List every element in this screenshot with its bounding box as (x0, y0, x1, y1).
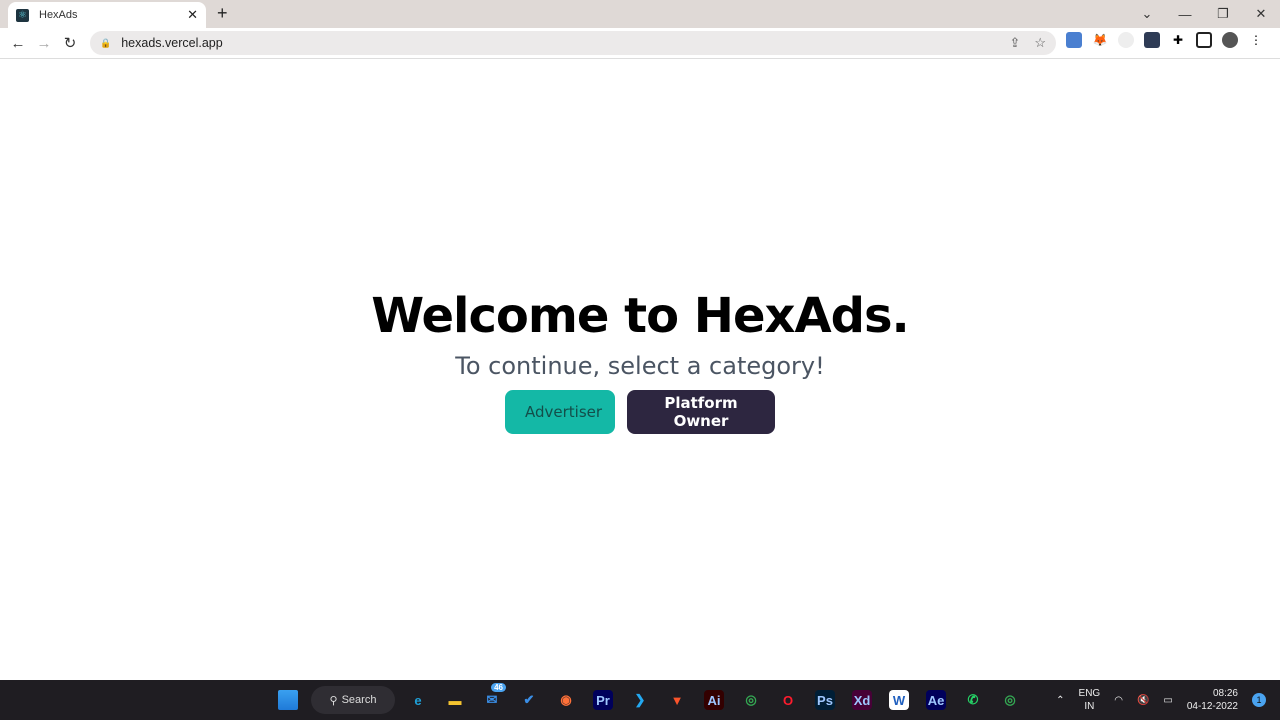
taskbar-app-premiere[interactable]: Pr (589, 686, 617, 714)
back-icon[interactable]: ← (5, 35, 31, 52)
extension-book-icon[interactable] (1144, 32, 1160, 48)
metamask-icon[interactable]: 🦊 (1092, 32, 1108, 48)
taskbar-app-file-explorer[interactable]: ▬ (441, 686, 469, 714)
file-explorer-icon: ▬ (448, 692, 462, 708)
reload-icon[interactable]: ↻ (57, 34, 83, 52)
taskbar-app-app-w[interactable]: W (885, 686, 913, 714)
wifi-icon[interactable]: ◠ (1114, 695, 1123, 706)
lock-icon: 🔒 (100, 37, 112, 48)
chrome-profile-icon: ◎ (1004, 692, 1016, 707)
page-subtitle: To continue, select a category! (455, 352, 825, 380)
browser-toolbar: ← → ↻ 🔒 hexads.vercel.app ⇪ ☆ 🦊 ✚ ⋮ (0, 28, 1280, 59)
avatar[interactable] (1222, 32, 1238, 48)
new-tab-icon[interactable]: + (217, 3, 228, 24)
taskbar-app-opera[interactable]: O (774, 686, 802, 714)
opera-icon: O (782, 692, 794, 708)
platform-owner-button[interactable]: Platform Owner (627, 390, 775, 434)
mail-icon: ✉ (486, 692, 498, 707)
firefox-icon: ◉ (560, 692, 572, 707)
vscode-icon: ❯ (634, 692, 646, 707)
chrome-icon: ◎ (745, 692, 757, 707)
mail-badge: 46 (491, 683, 506, 692)
menu-kebab-icon[interactable]: ⋮ (1248, 32, 1264, 48)
xd-icon: Xd (852, 690, 872, 710)
taskbar-app-brave[interactable]: ▼ (663, 686, 691, 714)
search-label: Search (341, 694, 377, 706)
taskbar-app-mail[interactable]: ✉ 46 (478, 683, 506, 714)
edge-icon: e (414, 692, 422, 708)
maximize-icon[interactable]: ❐ (1204, 6, 1242, 22)
taskbar: ⚲ Search e ▬ ✉ 46 ✔ ◉ Pr ❯ ▼ Ai ◎ O Ps Xd W Ae ✆ ◎ ⌃ ENG IN… (0, 680, 1280, 720)
page-title: Welcome to HexAds. (371, 288, 910, 344)
language-indicator[interactable]: ENG IN (1079, 687, 1101, 713)
illustrator-icon: Ai (704, 690, 724, 710)
url-text: hexads.vercel.app (121, 36, 223, 50)
forward-icon[interactable]: → (31, 35, 57, 52)
taskbar-app-firefox[interactable]: ◉ (552, 686, 580, 714)
taskbar-app-photoshop[interactable]: Ps (811, 686, 839, 714)
react-favicon-icon: ⚛ (16, 8, 29, 22)
todo-icon: ✔ (523, 692, 535, 707)
taskbar-app-illustrator[interactable]: Ai (700, 686, 728, 714)
bookmark-star-icon[interactable]: ☆ (1034, 35, 1046, 51)
side-panel-icon[interactable] (1196, 32, 1212, 48)
brave-icon: ▼ (670, 692, 684, 708)
extension-icon[interactable] (1066, 32, 1082, 48)
welcome-section: Welcome to HexAds. To continue, select a… (0, 60, 1280, 680)
taskbar-app-chrome[interactable]: ◎ (737, 686, 765, 714)
taskbar-app-edge[interactable]: e (404, 686, 432, 714)
close-window-icon[interactable]: ✕ (1242, 6, 1280, 22)
whatsapp-icon: ✆ (967, 692, 979, 707)
tab-search-chevron-icon[interactable]: ⌄ (1128, 6, 1166, 22)
taskbar-app-whatsapp[interactable]: ✆ (959, 686, 987, 714)
taskbar-app-todo[interactable]: ✔ (515, 686, 543, 714)
premiere-icon: Pr (593, 690, 613, 710)
taskbar-search[interactable]: ⚲ Search (311, 686, 395, 714)
windows-start-icon[interactable] (274, 686, 302, 714)
taskbar-app-xd[interactable]: Xd (848, 686, 876, 714)
extensions-puzzle-icon[interactable]: ✚ (1170, 32, 1186, 48)
share-icon[interactable]: ⇪ (1009, 35, 1020, 51)
app-w-icon: W (889, 690, 909, 710)
tab-title: HexAds (39, 9, 78, 21)
taskbar-app-chrome-profile[interactable]: ◎ (996, 686, 1024, 714)
after-effects-icon: Ae (926, 690, 946, 710)
taskbar-app-after-effects[interactable]: Ae (922, 686, 950, 714)
address-bar[interactable]: 🔒 hexads.vercel.app ⇪ ☆ (90, 31, 1056, 55)
apple-extension-icon[interactable] (1118, 32, 1134, 48)
tab-hexads[interactable]: ⚛ HexAds ✕ (8, 2, 206, 28)
taskbar-app-vscode[interactable]: ❯ (626, 686, 654, 714)
close-tab-icon[interactable]: ✕ (187, 7, 198, 23)
show-hidden-icons-chevron-icon[interactable]: ⌃ (1056, 695, 1064, 706)
volume-muted-icon[interactable]: 🔇 (1137, 695, 1149, 706)
clock[interactable]: 08:26 04-12-2022 (1187, 687, 1238, 713)
battery-icon[interactable]: ▭ (1163, 695, 1172, 706)
advertiser-button[interactable]: Advertiser (505, 390, 615, 434)
minimize-icon[interactable]: — (1166, 7, 1204, 22)
photoshop-icon: Ps (815, 690, 835, 710)
notification-badge[interactable]: 1 (1252, 693, 1266, 707)
search-icon: ⚲ (329, 694, 338, 707)
tab-strip: ⚛ HexAds ✕ + ⌄ — ❐ ✕ (0, 0, 1280, 28)
